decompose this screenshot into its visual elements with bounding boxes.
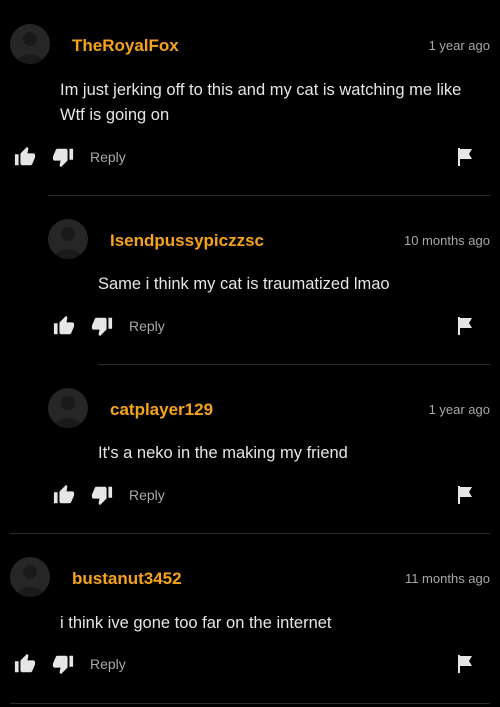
comment-actions: Reply <box>53 315 490 337</box>
thumbs-down-icon[interactable] <box>52 146 74 168</box>
comment-username[interactable]: TheRoyalFox <box>72 36 179 56</box>
thumbs-down-icon[interactable] <box>52 653 74 675</box>
thumbs-up-icon[interactable] <box>14 146 36 168</box>
reply-button[interactable]: Reply <box>129 317 165 335</box>
flag-icon[interactable] <box>456 654 474 674</box>
thumbs-down-icon[interactable] <box>91 315 113 337</box>
comment-divider <box>10 703 490 704</box>
comment-username[interactable]: Isendpussypiczzsc <box>110 231 264 251</box>
default-avatar-icon[interactable] <box>48 388 88 428</box>
comment-username[interactable]: catplayer129 <box>110 400 213 420</box>
flag-icon[interactable] <box>456 316 474 336</box>
comment-actions: Reply <box>14 653 490 675</box>
default-avatar-icon[interactable] <box>10 557 50 597</box>
comment-timestamp: 10 months ago <box>403 233 490 248</box>
comment-divider <box>10 533 490 534</box>
reply-button[interactable]: Reply <box>90 655 126 673</box>
comment-thread: TheRoyalFox 1 year ago Im just jerking o… <box>0 0 500 707</box>
thumbs-down-icon[interactable] <box>91 484 113 506</box>
flag-icon[interactable] <box>456 147 474 167</box>
comment-timestamp: 1 year ago <box>428 38 490 53</box>
comment-text: Same i think my cat is traumatized lmao <box>98 275 390 293</box>
comment-timestamp: 1 year ago <box>428 402 490 417</box>
thumbs-up-icon[interactable] <box>53 315 75 337</box>
comment-divider <box>48 195 490 196</box>
comment-divider <box>98 364 490 365</box>
comment-text: Im just jerking off to this and my cat i… <box>60 81 462 124</box>
reply-button[interactable]: Reply <box>129 486 165 504</box>
flag-icon[interactable] <box>456 485 474 505</box>
comment-timestamp: 11 months ago <box>404 571 490 586</box>
thumbs-up-icon[interactable] <box>14 653 36 675</box>
comment-actions: Reply <box>14 146 490 168</box>
comment-actions: Reply <box>53 484 490 506</box>
reply-button[interactable]: Reply <box>90 148 126 166</box>
comment-username[interactable]: bustanut3452 <box>72 569 182 589</box>
default-avatar-icon[interactable] <box>10 24 50 64</box>
comment-text: It's a neko in the making my friend <box>98 444 348 462</box>
default-avatar-icon[interactable] <box>48 219 88 259</box>
thumbs-up-icon[interactable] <box>53 484 75 506</box>
comment-text: i think ive gone too far on the internet <box>60 614 332 632</box>
